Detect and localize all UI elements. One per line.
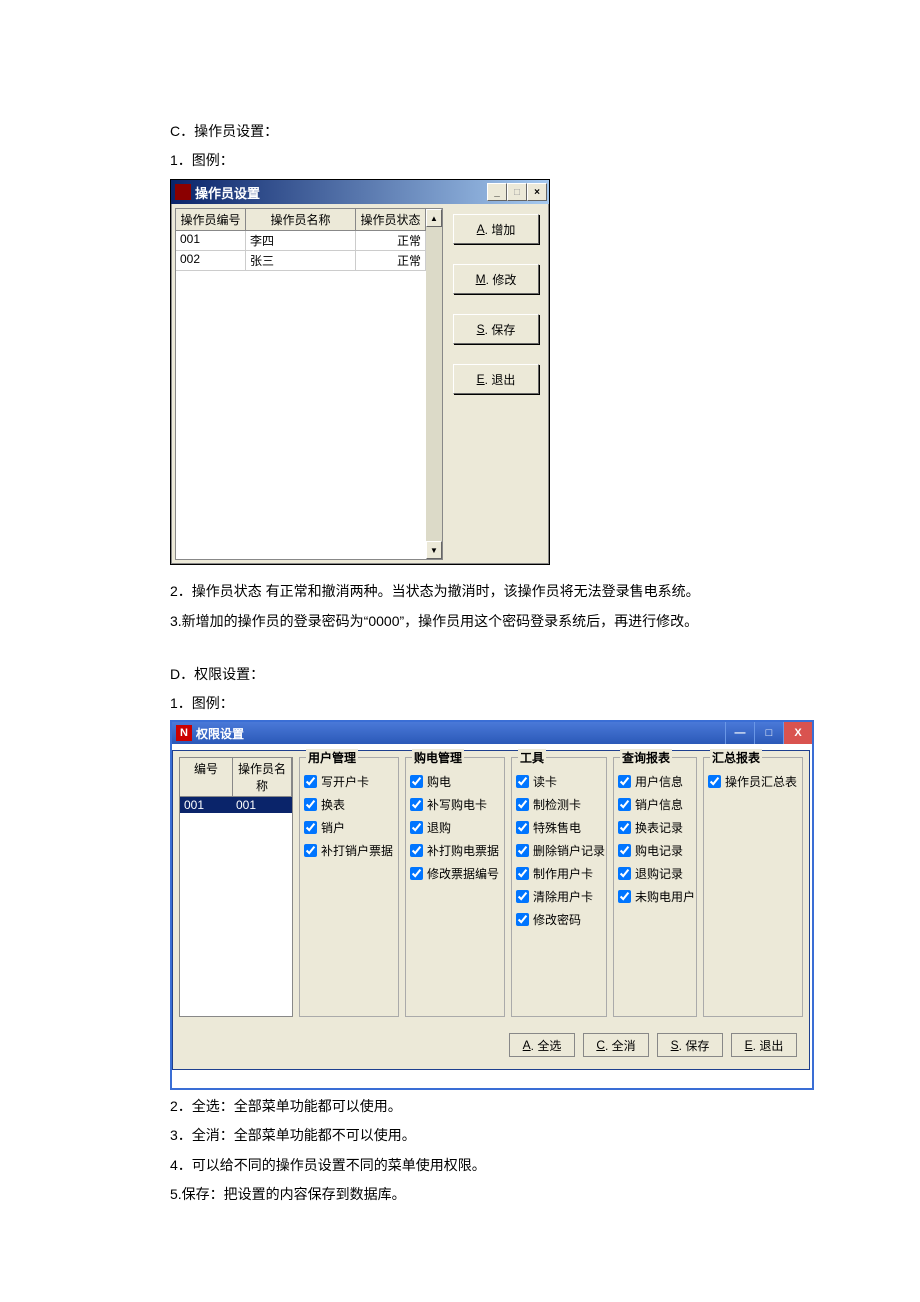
perm-checkbox[interactable]: 补写购电卡	[410, 796, 500, 813]
group-tools: 工具 读卡 制检测卡 特殊售电 删除销户记录 制作用户卡 清除用户卡 修改密码	[511, 757, 607, 1017]
section-d-note3: 3．全消：全部菜单功能都不可以使用。	[170, 1123, 920, 1148]
maximize-button[interactable]: □	[754, 722, 783, 744]
table-row[interactable]: 001 李四 正常	[176, 231, 426, 251]
group-summary: 汇总报表 操作员汇总表	[703, 757, 803, 1017]
section-d-note5: 5.保存：把设置的内容保存到数据库。	[170, 1182, 920, 1207]
operator-settings-window: 操作员设置 _ □ × 操作员编号 操作员名称 操作员状态 001 李四	[170, 179, 550, 565]
perm-checkbox[interactable]: 换表	[304, 796, 394, 813]
permission-settings-window: N 权限设置 — □ X 编号 操作员名称 001 001	[170, 720, 814, 1090]
table-row[interactable]: 002 张三 正常	[176, 251, 426, 271]
perm-checkbox[interactable]: 换表记录	[618, 819, 692, 836]
add-button[interactable]: A. 增加	[453, 214, 539, 244]
op-col-name: 操作员名称	[233, 758, 292, 797]
perm-checkbox[interactable]: 制检测卡	[516, 796, 602, 813]
perm-checkbox[interactable]: 修改密码	[516, 911, 602, 928]
operator-list[interactable]: 编号 操作员名称 001 001	[179, 757, 293, 1017]
perm-checkbox[interactable]: 购电	[410, 773, 500, 790]
col-stat-header: 操作员状态	[356, 209, 426, 231]
close-button[interactable]: ×	[527, 183, 547, 201]
group-user: 用户管理 写开户卡 换表 销户 补打销户票据	[299, 757, 399, 1017]
modify-button[interactable]: M. 修改	[453, 264, 539, 294]
win1-titlebar[interactable]: 操作员设置 _ □ ×	[171, 180, 549, 204]
perm-checkbox[interactable]: 补打购电票据	[410, 842, 500, 859]
scroll-down-icon[interactable]: ▼	[426, 541, 442, 559]
scrollbar[interactable]: ▲ ▼	[426, 209, 442, 559]
deselect-all-button[interactable]: C. 全消	[583, 1033, 649, 1057]
minimize-button[interactable]: _	[487, 183, 507, 201]
perm-checkbox[interactable]: 制作用户卡	[516, 865, 602, 882]
win2-titlebar[interactable]: N 权限设置 — □ X	[172, 722, 812, 744]
exit-button[interactable]: E. 退出	[453, 364, 539, 394]
perm-checkbox[interactable]: 退购记录	[618, 865, 692, 882]
perm-checkbox[interactable]: 销户	[304, 819, 394, 836]
perm-checkbox[interactable]: 未购电用户	[618, 888, 692, 905]
perm-checkbox[interactable]: 退购	[410, 819, 500, 836]
group-query: 查询报表 用户信息 销户信息 换表记录 购电记录 退购记录 未购电用户	[613, 757, 697, 1017]
col-name-header: 操作员名称	[246, 209, 356, 231]
close-button[interactable]: X	[783, 722, 812, 744]
section-c-note3: 3.新增加的操作员的登录密码为“0000”，操作员用这个密码登录系统后，再进行修…	[170, 609, 920, 634]
section-c-note2: 2．操作员状态 有正常和撤消两种。当状态为撤消时，该操作员将无法登录售电系统。	[170, 579, 920, 604]
app-icon	[175, 184, 191, 200]
exit-button[interactable]: E. 退出	[731, 1033, 797, 1057]
section-d-line1: 1．图例：	[170, 691, 920, 716]
save-button[interactable]: S. 保存	[453, 314, 539, 344]
win1-title-text: 操作员设置	[195, 183, 260, 202]
operator-grid[interactable]: 操作员编号 操作员名称 操作员状态 001 李四 正常 002 张三 正常	[175, 208, 443, 560]
save-button[interactable]: S. 保存	[657, 1033, 723, 1057]
group-power: 购电管理 购电 补写购电卡 退购 补打购电票据 修改票据编号	[405, 757, 505, 1017]
perm-checkbox[interactable]: 删除销户记录	[516, 842, 602, 859]
perm-checkbox[interactable]: 用户信息	[618, 773, 692, 790]
maximize-button: □	[507, 183, 527, 201]
list-item[interactable]: 001 001	[180, 797, 292, 813]
win2-title-text: 权限设置	[196, 725, 244, 742]
perm-checkbox[interactable]: 修改票据编号	[410, 865, 500, 882]
app-icon: N	[176, 725, 192, 741]
scroll-up-icon[interactable]: ▲	[426, 209, 442, 227]
perm-checkbox[interactable]: 补打销户票据	[304, 842, 394, 859]
perm-checkbox[interactable]: 写开户卡	[304, 773, 394, 790]
perm-checkbox[interactable]: 读卡	[516, 773, 602, 790]
perm-checkbox[interactable]: 操作员汇总表	[708, 773, 798, 790]
section-c-heading: C．操作员设置：	[170, 119, 920, 144]
col-id-header: 操作员编号	[176, 209, 246, 231]
section-d-note4: 4．可以给不同的操作员设置不同的菜单使用权限。	[170, 1153, 920, 1178]
perm-checkbox[interactable]: 购电记录	[618, 842, 692, 859]
section-d-note2: 2．全选：全部菜单功能都可以使用。	[170, 1094, 920, 1119]
perm-checkbox[interactable]: 销户信息	[618, 796, 692, 813]
op-col-id: 编号	[180, 758, 233, 797]
section-d-heading: D．权限设置：	[170, 662, 920, 687]
select-all-button[interactable]: A. 全选	[509, 1033, 575, 1057]
minimize-button[interactable]: —	[725, 722, 754, 744]
perm-checkbox[interactable]: 清除用户卡	[516, 888, 602, 905]
section-c-line1: 1．图例：	[170, 148, 920, 173]
perm-checkbox[interactable]: 特殊售电	[516, 819, 602, 836]
